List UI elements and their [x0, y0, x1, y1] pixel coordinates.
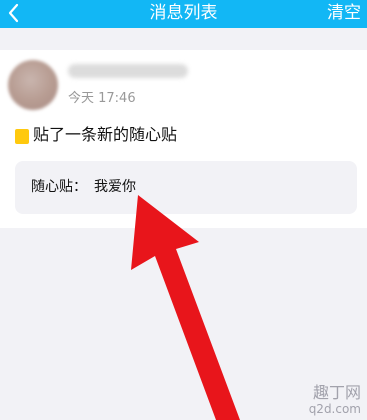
- annotation-arrow: [131, 195, 240, 420]
- watermark: 趣丁网 q2d.com: [308, 383, 361, 417]
- watermark-url: q2d.com: [308, 402, 361, 416]
- watermark-title: 趣丁网: [312, 383, 361, 402]
